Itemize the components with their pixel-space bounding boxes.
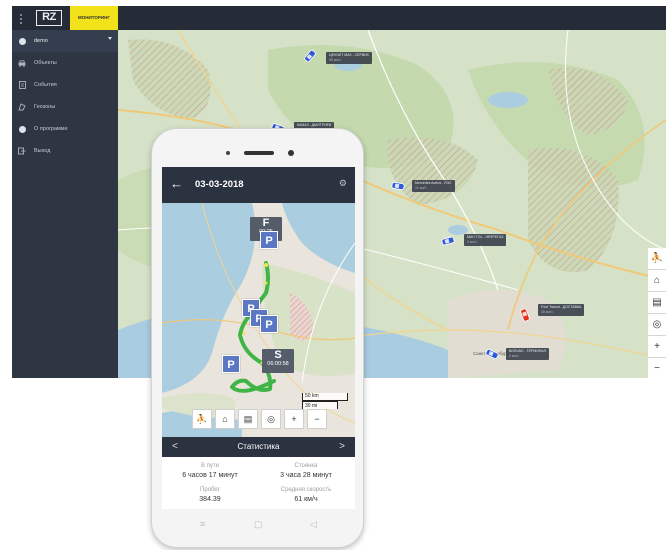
mobile-map-controls: ⛹ ⌂ ▤ ◎ + − [192, 409, 327, 431]
locate-icon[interactable]: ◎ [648, 314, 666, 336]
stat-value: 61 км/ч [294, 496, 318, 503]
vehicle-status: 11 км/ч [415, 186, 427, 190]
zoom-in-icon[interactable]: + [284, 409, 304, 429]
track-date: 03-03-2018 [195, 179, 244, 190]
top-bar: RZ мониторинг [12, 6, 666, 30]
app-logo: RZ [36, 10, 62, 26]
sidebar-item-label: О программе [34, 126, 68, 132]
car-icon [441, 236, 455, 246]
user-icon [18, 37, 26, 45]
finish-letter: F [262, 217, 270, 229]
vehicle-label: ЦЕНЗИТ МАЗ - СЕРВИС 55 км/ч [326, 52, 373, 64]
stats-panel: В пути 6 часов 17 минут Стоянка 3 часа 2… [162, 457, 355, 509]
locate-icon[interactable]: ◎ [261, 409, 281, 429]
geofence-icon [18, 103, 26, 111]
scale-km: 50 km [302, 393, 348, 401]
tag-icon[interactable]: ⌂ [215, 409, 235, 429]
vehicle-status: 55 км/ч [329, 58, 341, 62]
sensor-dot [226, 151, 230, 155]
sidebar: demo Объекты События Геозоны О программе… [12, 30, 118, 378]
track-map[interactable]: F 09:25 P P P P P S 06:00:58 50 km 30 mi [162, 203, 355, 441]
parking-pin[interactable]: P [222, 355, 240, 373]
chevron-down-icon [108, 37, 112, 40]
back-arrow-icon[interactable]: ← [170, 177, 183, 191]
runner-icon[interactable]: ⛹ [648, 248, 666, 270]
map-controls: ⛹ ⌂ ▤ ◎ + − [648, 248, 666, 378]
vehicle-status: 45 км/ч [541, 310, 553, 314]
phone-screen: ← 03-03-2018 ⚙ F P P P P S 06:00:58 50 k… [162, 167, 355, 509]
car-icon [520, 308, 530, 322]
more-menu-icon[interactable] [16, 12, 26, 24]
menu-key-icon[interactable]: ≡ [200, 519, 205, 529]
vehicle-status: 0 км/ч [467, 240, 477, 244]
info-icon [18, 125, 26, 133]
start-marker[interactable]: S 06:00:58 [262, 349, 294, 373]
car-icon [18, 59, 26, 67]
sidebar-item-events[interactable]: События [12, 74, 118, 96]
logout-icon [18, 147, 26, 155]
back-key-icon[interactable]: ◁ [310, 519, 317, 530]
stat-label: Средняя скорость [280, 487, 332, 493]
sidebar-item-label: Выход [34, 148, 51, 154]
start-time: 06:00:58 [267, 361, 289, 367]
phone-mockup: ← 03-03-2018 ⚙ F P P P P S 06:00:58 50 k… [151, 128, 364, 548]
map-icon[interactable]: ▤ [648, 292, 666, 314]
parking-pin[interactable]: P [260, 315, 278, 333]
document-icon [18, 81, 26, 89]
stat-value: 6 часов 17 минут [182, 472, 238, 479]
stats-title: Статистика [237, 442, 280, 451]
sidebar-item-label: Геозоны [34, 104, 56, 110]
stat-label: В пути [200, 463, 220, 469]
mode-badge: мониторинг [70, 6, 118, 30]
map-icon[interactable]: ▤ [238, 409, 258, 429]
stat-label: Стоянка [294, 463, 318, 469]
zoom-in-icon[interactable]: + [648, 336, 666, 358]
sidebar-item-geozones[interactable]: Геозоны [12, 96, 118, 118]
zoom-out-icon[interactable]: − [648, 358, 666, 378]
vehicle-label: МАН TGL - НЕФТЕГАЗ 0 км/ч [464, 234, 507, 246]
car-icon [391, 181, 405, 191]
vehicle-label: Ford Transit - ДОСТАВКА 45 км/ч [538, 304, 585, 316]
front-camera [288, 150, 294, 156]
scale-mi: 30 mi [302, 401, 338, 409]
zoom-out-icon[interactable]: − [307, 409, 327, 429]
sidebar-item-about[interactable]: О программе [12, 118, 118, 140]
stat-mileage: Пробег 384.39 [162, 485, 258, 505]
parking-pin[interactable]: P [260, 231, 278, 249]
sidebar-item-label: События [34, 82, 57, 88]
vehicle-label: Mercedes Actros - ЛЭС 11 км/ч [412, 180, 455, 192]
vehicle-label: ВОЛЬВО - ТЕРМИНАЛ 0 км/ч [506, 348, 549, 360]
chevron-right-icon[interactable]: > [339, 441, 345, 453]
stat-parking: Стоянка 3 часа 28 минут [258, 461, 354, 481]
tag-icon[interactable]: ⌂ [648, 270, 666, 292]
runner-icon[interactable]: ⛹ [192, 409, 212, 429]
stat-label: Пробег [200, 487, 220, 493]
sidebar-item-objects[interactable]: Объекты [12, 52, 118, 74]
stat-value: 384.39 [199, 496, 221, 503]
settings-icon[interactable]: ⚙ [339, 178, 347, 189]
sidebar-user-label: demo [34, 38, 48, 44]
car-icon [304, 50, 316, 62]
car-icon [485, 349, 499, 359]
vehicle-status: 0 км/ч [509, 354, 519, 358]
mobile-header: ← 03-03-2018 ⚙ [162, 167, 355, 203]
stat-value: 3 часа 28 минут [280, 472, 332, 479]
start-letter: S [274, 349, 282, 361]
stat-avg-speed: Средняя скорость 61 км/ч [258, 485, 354, 505]
phone-speaker [244, 151, 274, 155]
sidebar-user[interactable]: demo [12, 30, 118, 52]
composite-screenshot: RZ мониторинг demo Объекты События [0, 0, 666, 550]
stat-driving: В пути 6 часов 17 минут [162, 461, 258, 481]
stats-header: < Статистика > [162, 437, 355, 457]
sidebar-item-label: Объекты [34, 60, 57, 66]
phone-nav-bar: ≡ ▢ ◁ [152, 509, 363, 547]
home-key-icon[interactable]: ▢ [254, 519, 263, 530]
sidebar-item-logout[interactable]: Выход [12, 140, 118, 162]
